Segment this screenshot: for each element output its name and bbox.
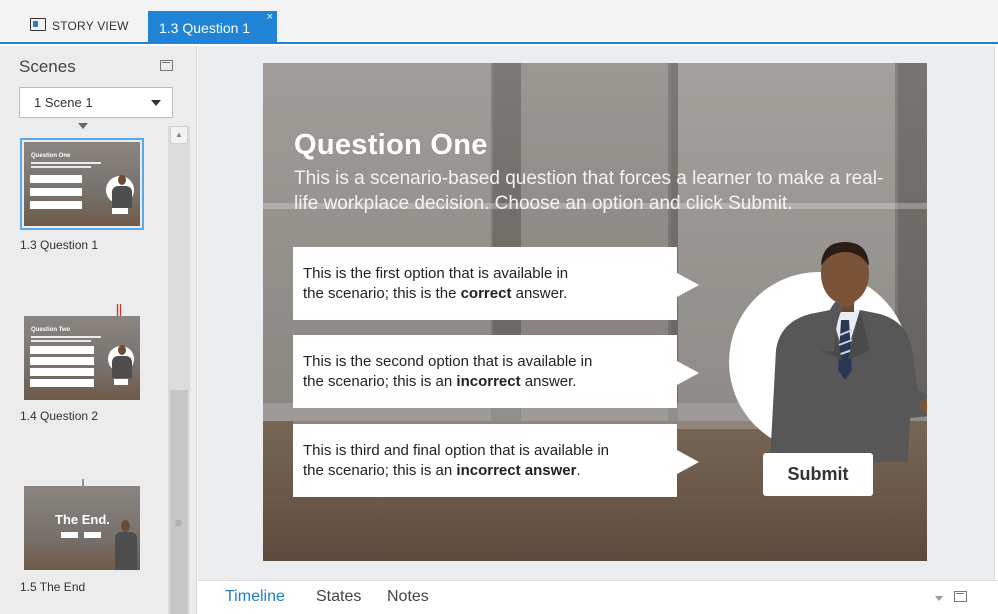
slide-list: Question One 1.3 Question 1 Question Two <box>0 126 168 614</box>
tab-states[interactable]: States <box>316 588 361 606</box>
slide-thumbnail-question-2[interactable]: Question Two <box>24 316 140 400</box>
slide-label: 1.3 Question 1 <box>20 238 99 252</box>
scene-select[interactable]: 1 Scene 1 <box>19 87 173 118</box>
slide-canvas: Question One This is a scenario-based qu… <box>198 46 998 580</box>
scenes-title: Scenes <box>19 57 76 76</box>
document-tab-bar: STORY VIEW 1.3 Question 1 × <box>0 0 998 44</box>
tab-question-1[interactable]: 1.3 Question 1 × <box>148 11 277 44</box>
scenes-panel: Scenes 1 Scene 1 Question One 1.3 Questi… <box>0 46 197 614</box>
scroll-up-icon[interactable]: ▲ <box>170 126 188 144</box>
answer-option-3[interactable]: This is third and final option that is a… <box>293 424 699 497</box>
option-line: This is the first option that is availab… <box>303 265 569 282</box>
chevron-down-icon <box>151 100 161 106</box>
grip-icon[interactable]: ≡ <box>175 516 182 530</box>
popout-icon[interactable] <box>160 60 173 71</box>
popout-icon[interactable] <box>954 591 967 602</box>
thumb-title: The End. <box>55 512 110 527</box>
question-title: Question One <box>294 129 488 161</box>
option-line: the scenario; this is an incorrect answe… <box>303 462 581 479</box>
thumb-title: Question One <box>31 153 71 159</box>
tab-story-view[interactable]: STORY VIEW <box>0 8 146 44</box>
slide-label: 1.5 The End <box>20 580 86 594</box>
slide-stage: Question One This is a scenario-based qu… <box>263 63 927 561</box>
tab-timeline[interactable]: Timeline <box>225 588 285 606</box>
tab-question-1-label: 1.3 Question 1 <box>159 19 251 36</box>
option-line: This is third and final option that is a… <box>303 442 610 459</box>
answer-option-2[interactable]: This is the second option that is availa… <box>293 335 699 408</box>
tab-notes[interactable]: Notes <box>387 588 429 606</box>
bottom-panel: Timeline States Notes <box>198 580 998 614</box>
submit-button[interactable]: Submit <box>763 453 873 496</box>
thumb-title: Question Two <box>31 327 71 333</box>
option-line: the scenario; this is the correct answer… <box>303 285 568 302</box>
close-icon[interactable]: × <box>267 12 273 23</box>
answer-option-1[interactable]: This is the first option that is availab… <box>293 247 699 320</box>
chevron-down-icon[interactable] <box>935 596 943 601</box>
slide-label: 1.4 Question 2 <box>20 409 99 423</box>
scroll-thumb[interactable] <box>170 390 188 614</box>
slide-thumbnail-the-end[interactable]: The End. <box>24 486 140 570</box>
option-line: the scenario; this is an incorrect answe… <box>303 373 577 390</box>
question-subtitle: This is a scenario-based question that f… <box>294 168 884 214</box>
character-avatar <box>770 242 927 462</box>
option-line: This is the second option that is availa… <box>303 353 593 370</box>
scene-select-value: 1 Scene 1 <box>34 95 93 110</box>
story-view-icon <box>30 18 46 31</box>
tab-story-view-label: STORY VIEW <box>52 19 129 33</box>
slide-thumbnail-question-1[interactable]: Question One <box>20 138 144 230</box>
slide-list-scrollbar[interactable]: ▲ <box>168 126 190 614</box>
